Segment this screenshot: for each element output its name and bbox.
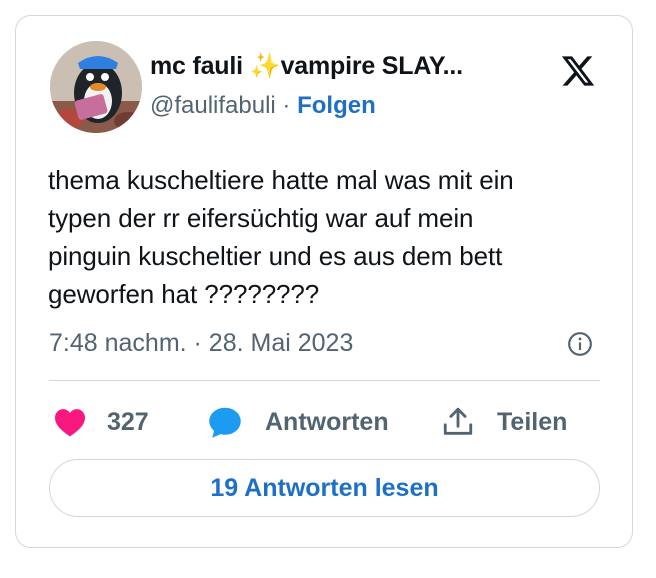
reply-label: Antworten [265,407,389,436]
separator-dot: · [275,92,298,119]
heart-icon [55,409,85,437]
tweet-timestamp[interactable]: 7:48 nachm. · 28. Mai 2023 [49,329,353,358]
read-replies-button[interactable]: 19 Antworten lesen [49,459,600,517]
like-count: 327 [107,407,149,436]
info-icon[interactable] [567,331,593,357]
divider [49,380,600,381]
like-button[interactable]: 327 [53,404,149,440]
user-handle[interactable]: @faulifabuli [150,92,276,119]
share-icon [443,407,473,435]
share-button[interactable]: Teilen [441,404,567,440]
avatar[interactable] [50,41,142,133]
sparkle-emoji: ✨ [249,52,281,80]
display-name-part2: vampire SLAY... [280,52,463,80]
share-label: Teilen [497,407,568,436]
reply-bubble-icon [209,407,241,438]
display-name[interactable]: mc fauli ✨vampire SLAY... [150,52,463,81]
reply-button[interactable]: Antworten [206,404,389,440]
display-name-part1: mc fauli [150,52,243,80]
tweet-text: thema kuscheltiere hatte mal was mit ein… [48,165,514,309]
x-logo-icon[interactable] [559,53,597,89]
tweet-embed-card[interactable]: mc fauli ✨vampire SLAY... @faulifabuli ·… [15,15,633,548]
handle-row: @faulifabuli · Folgen [150,92,376,120]
follow-link[interactable]: Folgen [297,92,376,119]
